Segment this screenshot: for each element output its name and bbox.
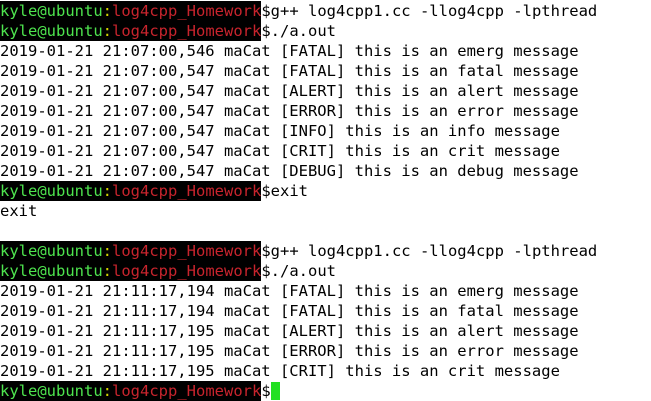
prompt-user-host: kyle@ubuntu [0,2,103,20]
output-line: 2019-01-21 21:07:00,546 maCat [FATAL] th… [0,41,651,61]
output-text: 2019-01-21 21:07:00,547 maCat [INFO] thi… [0,122,560,140]
output-text: 2019-01-21 21:11:17,195 maCat [CRIT] thi… [0,362,560,380]
output-line: 2019-01-21 21:11:17,194 maCat [FATAL] th… [0,281,651,301]
prompt-user-host: kyle@ubuntu [0,182,103,200]
output-text: 2019-01-21 21:11:17,194 maCat [FATAL] th… [0,302,579,320]
prompt-directory: log4cpp_Homework [112,2,262,20]
output-text: 2019-01-21 21:07:00,547 maCat [DEBUG] th… [0,162,579,180]
output-text: exit [0,202,38,220]
prompt-line: kyle@ubuntu:log4cpp_Homework$exit [0,181,651,201]
prompt-line: kyle@ubuntu:log4cpp_Homework$./a.out [0,21,651,41]
output-line: 2019-01-21 21:11:17,194 maCat [FATAL] th… [0,301,651,321]
prompt-directory: log4cpp_Homework [112,242,262,260]
prompt-separator: : [102,182,112,200]
prompt-separator: : [102,242,112,260]
prompt-user-host: kyle@ubuntu [0,262,103,280]
output-line: 2019-01-21 21:07:00,547 maCat [ALERT] th… [0,81,651,101]
prompt-line: kyle@ubuntu:log4cpp_Homework$g++ log4cpp… [0,1,651,21]
prompt-line: kyle@ubuntu:log4cpp_Homework$ [0,381,651,401]
shell-prompt: kyle@ubuntu:log4cpp_Homework [0,241,262,261]
output-text: 2019-01-21 21:07:00,547 maCat [FATAL] th… [0,62,579,80]
prompt-directory: log4cpp_Homework [112,22,262,40]
output-line: 2019-01-21 21:07:00,547 maCat [DEBUG] th… [0,161,651,181]
output-text: 2019-01-21 21:11:17,194 maCat [FATAL] th… [0,282,579,300]
output-text: 2019-01-21 21:07:00,547 maCat [CRIT] thi… [0,142,560,160]
prompt-symbol: $ [261,2,271,20]
shell-prompt: kyle@ubuntu:log4cpp_Homework [0,1,262,21]
prompt-line: kyle@ubuntu:log4cpp_Homework$g++ log4cpp… [0,241,651,261]
prompt-symbol: $ [261,262,271,280]
prompt-user-host: kyle@ubuntu [0,382,103,400]
shell-prompt: kyle@ubuntu:log4cpp_Homework [0,21,262,41]
prompt-separator: : [102,262,112,280]
output-line: 2019-01-21 21:07:00,547 maCat [ERROR] th… [0,101,651,121]
prompt-separator: : [102,382,112,400]
command-text: ./a.out [270,262,336,280]
output-text: 2019-01-21 21:11:17,195 maCat [ERROR] th… [0,342,579,360]
shell-prompt: kyle@ubuntu:log4cpp_Homework [0,381,262,401]
prompt-user-host: kyle@ubuntu [0,22,103,40]
prompt-directory: log4cpp_Homework [112,382,262,400]
prompt-symbol: $ [261,242,271,260]
prompt-user-host: kyle@ubuntu [0,242,103,260]
output-text: 2019-01-21 21:07:00,546 maCat [FATAL] th… [0,42,579,60]
output-line: 2019-01-21 21:11:17,195 maCat [CRIT] thi… [0,361,651,381]
prompt-directory: log4cpp_Homework [112,182,262,200]
output-line: 2019-01-21 21:07:00,547 maCat [INFO] thi… [0,121,651,141]
text-cursor[interactable] [270,382,280,400]
output-line: exit [0,201,651,221]
output-text: 2019-01-21 21:07:00,547 maCat [ERROR] th… [0,102,579,120]
prompt-separator: : [102,2,112,20]
prompt-symbol: $ [261,182,271,200]
shell-prompt: kyle@ubuntu:log4cpp_Homework [0,181,262,201]
prompt-separator: : [102,22,112,40]
output-line: 2019-01-21 21:07:00,547 maCat [CRIT] thi… [0,141,651,161]
output-text: 2019-01-21 21:07:00,547 maCat [ALERT] th… [0,82,579,100]
prompt-symbol: $ [261,22,271,40]
output-line: 2019-01-21 21:07:00,547 maCat [FATAL] th… [0,61,651,81]
command-text: g++ log4cpp1.cc -llog4cpp -lpthread [270,2,598,20]
prompt-line: kyle@ubuntu:log4cpp_Homework$./a.out [0,261,651,281]
prompt-directory: log4cpp_Homework [112,262,262,280]
command-text: exit [270,182,308,200]
terminal-window[interactable]: kyle@ubuntu:log4cpp_Homework$g++ log4cpp… [0,0,651,401]
prompt-symbol: $ [261,382,271,400]
output-line: 2019-01-21 21:11:17,195 maCat [ALERT] th… [0,321,651,341]
shell-prompt: kyle@ubuntu:log4cpp_Homework [0,261,262,281]
command-text: ./a.out [270,22,336,40]
output-text: 2019-01-21 21:11:17,195 maCat [ALERT] th… [0,322,579,340]
output-line: 2019-01-21 21:11:17,195 maCat [ERROR] th… [0,341,651,361]
command-text: g++ log4cpp1.cc -llog4cpp -lpthread [270,242,598,260]
